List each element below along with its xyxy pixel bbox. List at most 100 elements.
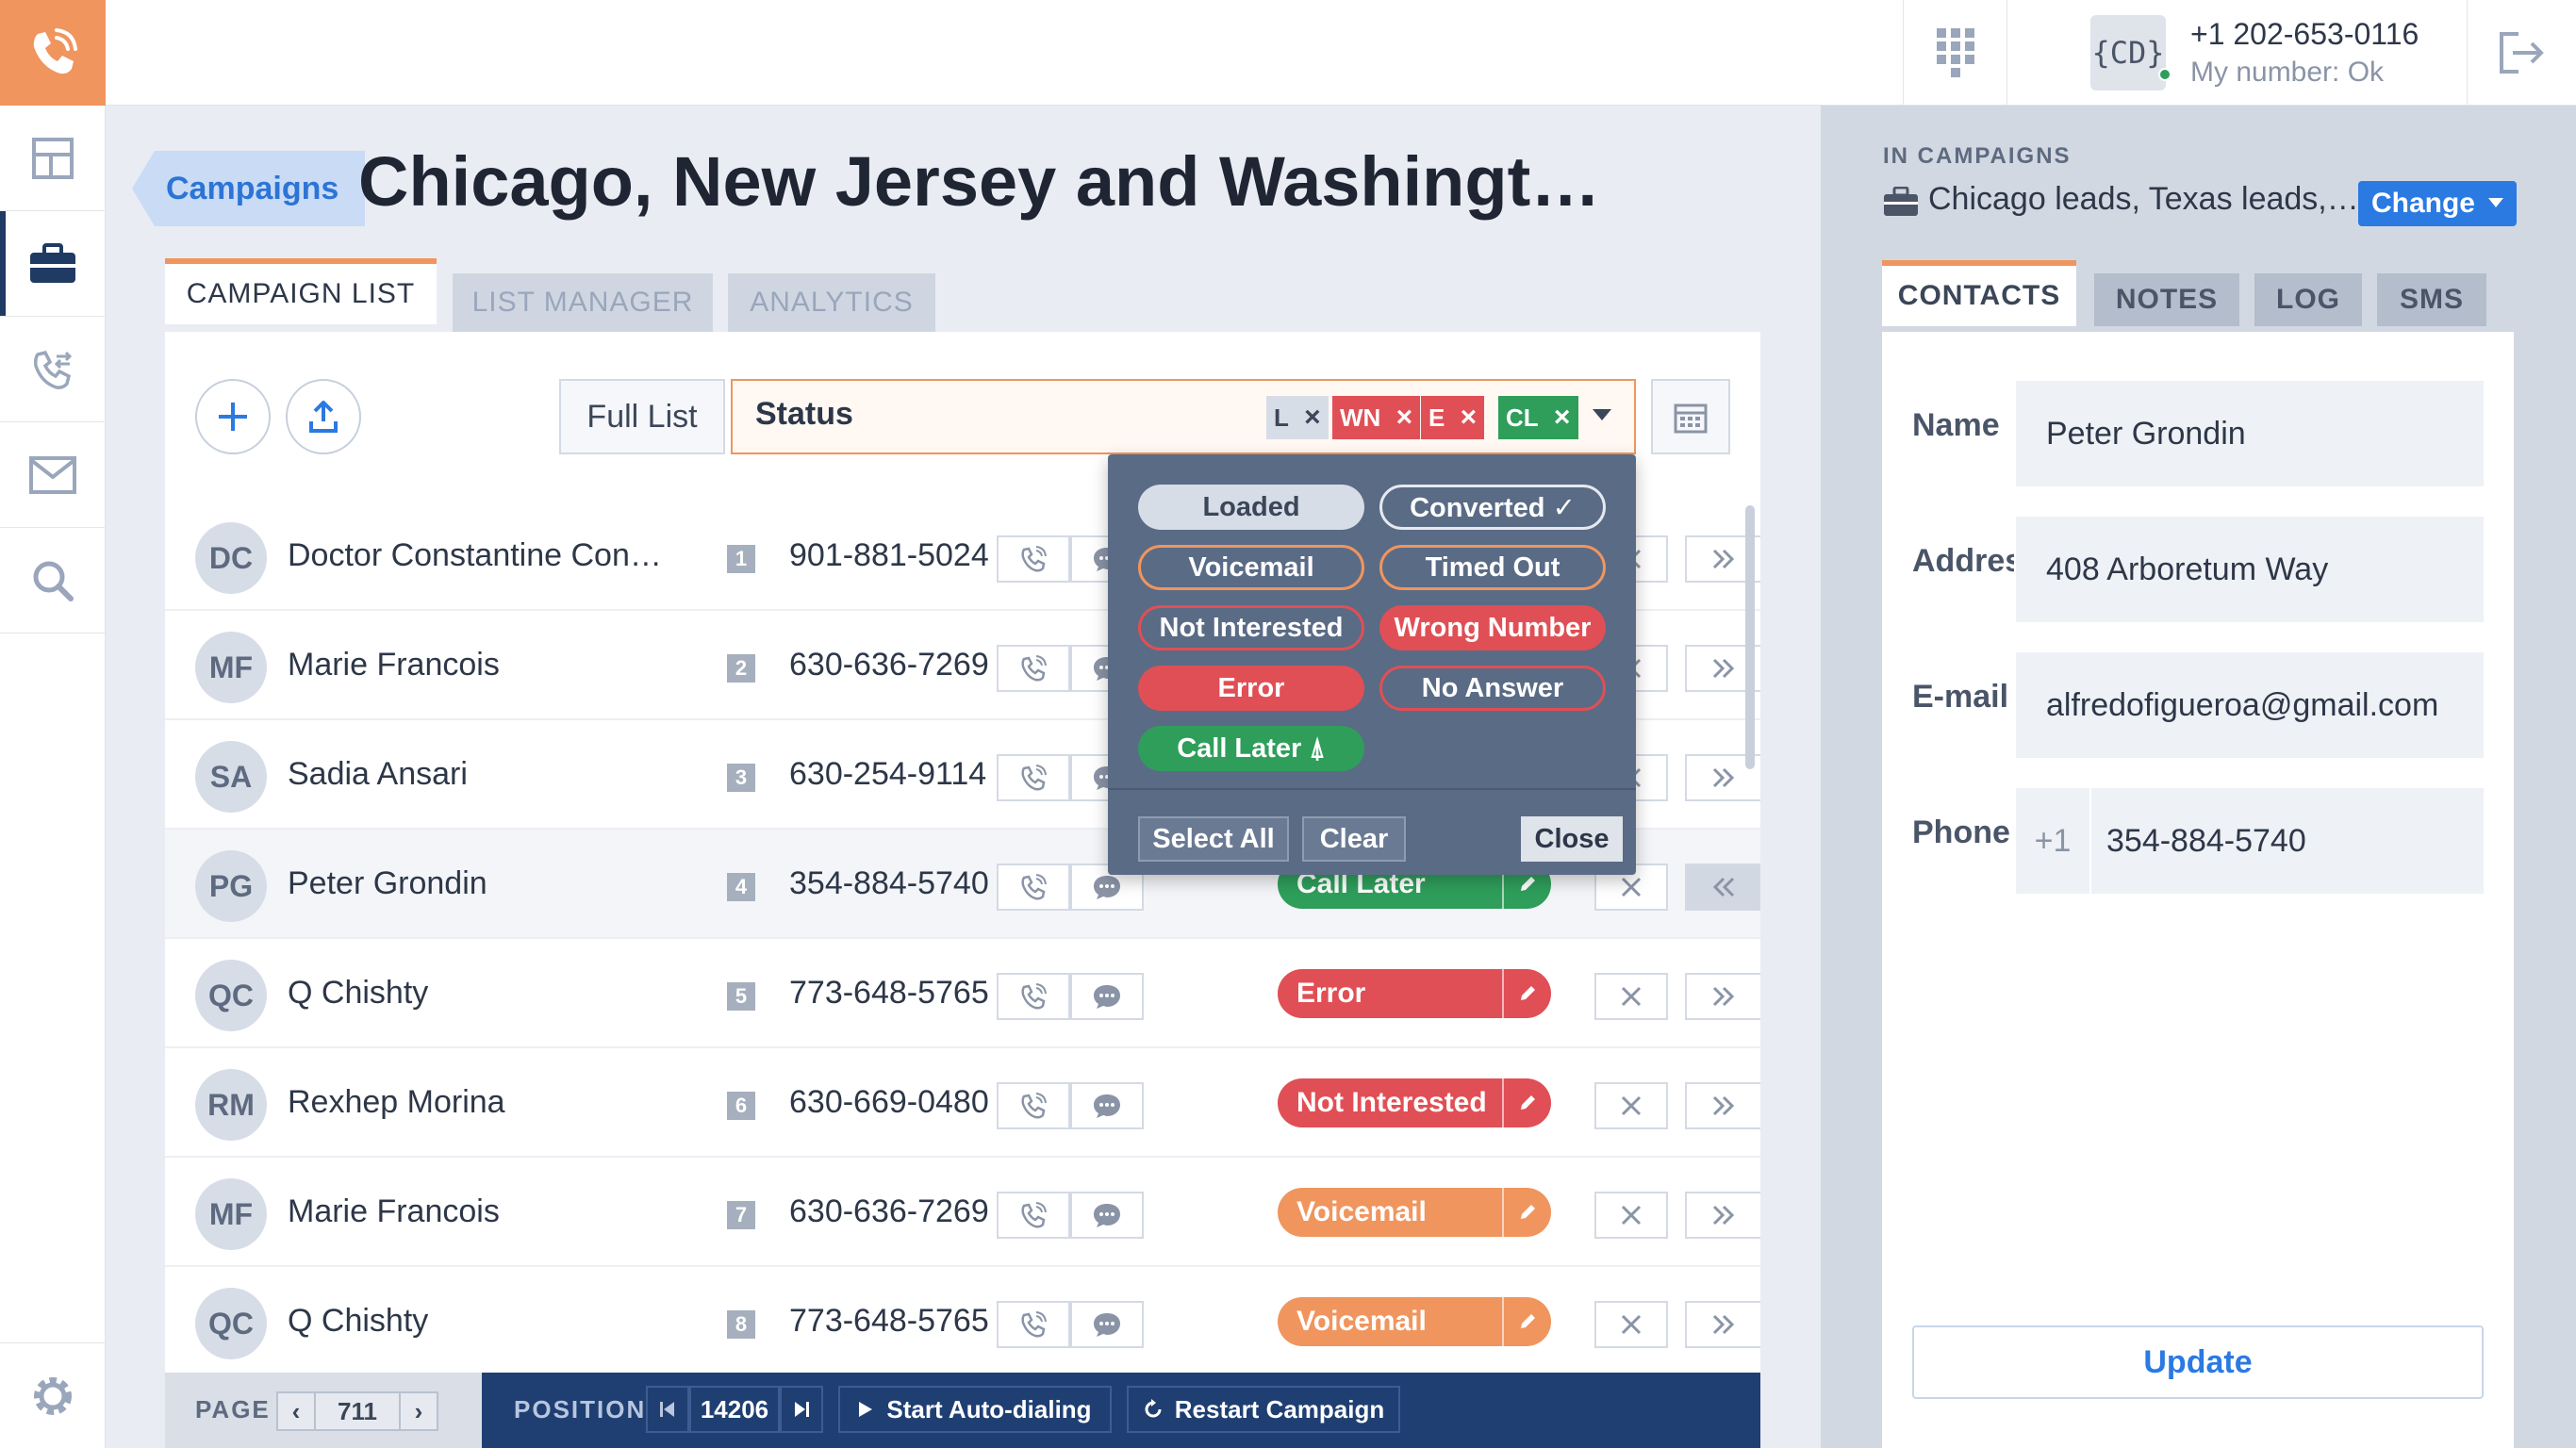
call-phone-icon[interactable] <box>997 645 1070 692</box>
nav-dashboard-icon[interactable] <box>0 106 106 211</box>
update-button[interactable]: Update <box>1912 1325 2484 1399</box>
nav-campaigns-briefcase-icon[interactable] <box>0 211 106 317</box>
call-phone-icon[interactable] <box>997 1192 1070 1239</box>
prev-page-button[interactable]: ‹ <box>276 1391 316 1431</box>
status-option-no-answer[interactable]: No Answer <box>1379 666 1606 711</box>
chip-remove-icon[interactable]: × <box>1388 396 1421 439</box>
table-row[interactable]: RM Rexhep Morina 6 630-669-0480 Not Interest… <box>165 1048 1760 1158</box>
call-phone-icon[interactable] <box>997 535 1070 583</box>
expand-row-icon[interactable] <box>1685 1301 1760 1348</box>
contact-name[interactable]: Q Chishty <box>288 975 428 1012</box>
chip-remove-icon[interactable]: × <box>1545 396 1578 439</box>
call-phone-icon[interactable] <box>997 1301 1070 1348</box>
address-field[interactable]: 408 Arboretum Way <box>2016 517 2484 622</box>
phone-country-code[interactable]: +1 <box>2016 788 2091 894</box>
nav-mail-icon[interactable] <box>0 422 106 528</box>
call-phone-icon[interactable] <box>997 973 1070 1020</box>
contact-name[interactable]: Marie Francois <box>288 647 500 683</box>
contact-name[interactable]: Q Chishty <box>288 1303 428 1340</box>
edit-pencil-icon[interactable] <box>1502 1078 1551 1127</box>
collapse-row-icon[interactable] <box>1685 864 1760 911</box>
list-scrollbar[interactable] <box>1745 505 1755 769</box>
status-badge[interactable]: Error <box>1278 969 1551 1018</box>
edit-pencil-icon[interactable] <box>1502 969 1551 1018</box>
status-option-error[interactable]: Error <box>1138 666 1364 711</box>
calendar-button[interactable] <box>1651 379 1730 454</box>
dialpad-icon[interactable] <box>1903 0 2006 106</box>
sms-chat-icon[interactable] <box>1070 1301 1144 1348</box>
table-row[interactable]: QC Q Chishty 5 773-648-5765 Error <box>165 939 1760 1048</box>
nav-search-icon[interactable] <box>0 528 106 634</box>
contact-name[interactable]: Sadia Ansari <box>288 756 468 793</box>
tab-notes[interactable]: NOTES <box>2094 273 2239 326</box>
status-filter-select[interactable]: Status L × WN × E × CL × <box>731 379 1636 454</box>
status-chip-cl[interactable]: CL × <box>1498 396 1578 439</box>
page-number-input[interactable]: 711 <box>314 1391 401 1431</box>
first-position-icon[interactable] <box>646 1386 689 1433</box>
status-chip-wn[interactable]: WN × <box>1332 396 1421 439</box>
last-position-icon[interactable] <box>780 1386 823 1433</box>
tab-sms[interactable]: SMS <box>2377 273 2486 326</box>
chevron-down-icon[interactable] <box>1593 409 1611 422</box>
table-row[interactable]: MF Marie Francois 7 630-636-7269 Voicemail <box>165 1158 1760 1267</box>
close-dropdown-button[interactable]: Close <box>1521 816 1623 862</box>
tab-list-manager[interactable]: LIST MANAGER <box>453 273 713 332</box>
remove-row-icon[interactable] <box>1594 1192 1668 1239</box>
chip-remove-icon[interactable]: × <box>1452 396 1485 439</box>
email-field[interactable]: alfredofigueroa@gmail.com <box>2016 652 2484 758</box>
contact-name[interactable]: Doctor Constantine Con… <box>288 537 662 574</box>
position-input[interactable]: 14206 <box>689 1386 780 1433</box>
status-badge[interactable]: Voicemail <box>1278 1188 1551 1237</box>
sms-chat-icon[interactable] <box>1070 1082 1144 1129</box>
status-option-loaded[interactable]: Loaded <box>1138 485 1364 530</box>
status-chip-e[interactable]: E × <box>1421 396 1485 439</box>
sms-chat-icon[interactable] <box>1070 1192 1144 1239</box>
remove-row-icon[interactable] <box>1594 973 1668 1020</box>
status-option-voicemail[interactable]: Voicemail <box>1138 545 1364 590</box>
nav-calls-icon[interactable] <box>0 317 106 422</box>
expand-row-icon[interactable] <box>1685 1192 1760 1239</box>
start-autodial-button[interactable]: Start Auto-dialing <box>838 1386 1112 1433</box>
full-list-button[interactable]: Full List <box>559 379 725 454</box>
status-chip-l[interactable]: L × <box>1266 396 1329 439</box>
call-phone-icon[interactable] <box>997 1082 1070 1129</box>
expand-row-icon[interactable] <box>1685 973 1760 1020</box>
table-row[interactable]: QC Q Chishty 8 773-648-5765 Voicemail <box>165 1267 1760 1376</box>
chip-remove-icon[interactable]: × <box>1296 396 1329 439</box>
status-option-not-interested[interactable]: Not Interested <box>1138 605 1364 650</box>
remove-row-icon[interactable] <box>1594 1301 1668 1348</box>
phone-field[interactable]: +1 354-884-5740 <box>2016 788 2484 894</box>
edit-pencil-icon[interactable] <box>1502 1188 1551 1237</box>
remove-row-icon[interactable] <box>1594 1082 1668 1129</box>
phone-logo-icon[interactable] <box>0 0 106 106</box>
next-page-button[interactable]: › <box>399 1391 438 1431</box>
name-field[interactable]: Peter Grondin <box>2016 381 2484 486</box>
tab-analytics[interactable]: ANALYTICS <box>728 273 935 332</box>
status-option-wrong-number[interactable]: Wrong Number <box>1379 605 1606 650</box>
contact-name[interactable]: Marie Francois <box>288 1193 500 1230</box>
tab-contacts[interactable]: CONTACTS <box>1882 260 2076 326</box>
select-all-button[interactable]: Select All <box>1138 816 1289 862</box>
status-option-converted[interactable]: Converted ✓ <box>1379 485 1606 530</box>
add-contact-button[interactable] <box>195 379 271 454</box>
status-option-timed-out[interactable]: Timed Out <box>1379 545 1606 590</box>
settings-gear-icon[interactable] <box>0 1342 106 1448</box>
tab-campaign-list[interactable]: CAMPAIGN LIST <box>165 258 437 324</box>
tab-log[interactable]: LOG <box>2254 273 2362 326</box>
contact-name[interactable]: Rexhep Morina <box>288 1084 505 1121</box>
expand-row-icon[interactable] <box>1685 1082 1760 1129</box>
call-phone-icon[interactable] <box>997 864 1070 911</box>
clear-button[interactable]: Clear <box>1302 816 1406 862</box>
upload-button[interactable] <box>286 379 361 454</box>
status-badge[interactable]: Not Interested <box>1278 1078 1551 1127</box>
breadcrumb-campaigns[interactable]: Campaigns <box>132 151 366 226</box>
sms-chat-icon[interactable] <box>1070 973 1144 1020</box>
restart-campaign-button[interactable]: Restart Campaign <box>1127 1386 1400 1433</box>
change-campaigns-button[interactable]: Change <box>2358 181 2517 226</box>
edit-pencil-icon[interactable] <box>1502 1297 1551 1346</box>
logout-icon[interactable] <box>2467 0 2576 106</box>
status-badge[interactable]: Voicemail <box>1278 1297 1551 1346</box>
call-phone-icon[interactable] <box>997 754 1070 801</box>
status-option-call-later[interactable]: Call Later ⍋ <box>1138 726 1364 771</box>
contact-name[interactable]: Peter Grondin <box>288 865 487 902</box>
